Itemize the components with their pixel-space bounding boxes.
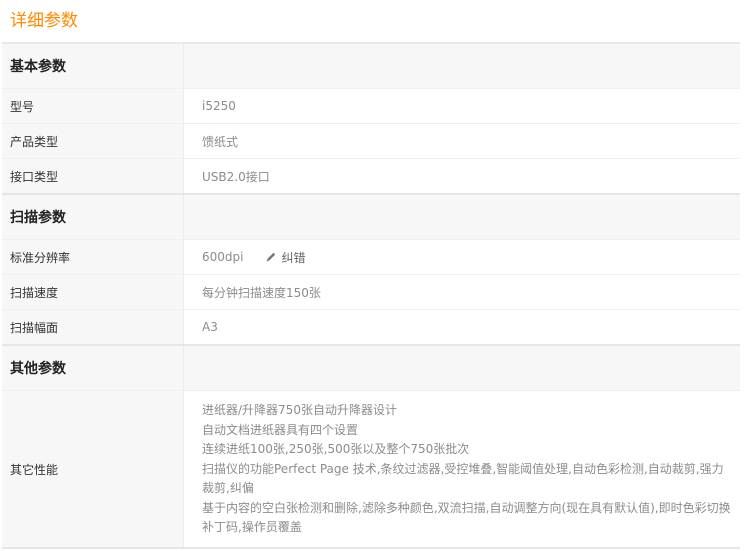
- param-label: 扫描幅面: [2, 310, 184, 344]
- page-title: 详细参数: [10, 11, 78, 31]
- section-header-fill: [184, 44, 740, 88]
- section-basic-params: 基本参数 型号 i5250 产品类型 馈纸式 接口类型 USB2.0接口: [2, 44, 740, 195]
- param-row-resolution: 标准分辨率 600dpi 纠错: [2, 240, 740, 275]
- feature-line: 进纸器/升降器750张自动升降器设计: [202, 403, 397, 417]
- param-value: A3: [202, 320, 218, 334]
- param-row-interface-type: 接口类型 USB2.0接口: [2, 159, 740, 193]
- param-label: 型号: [2, 89, 184, 123]
- feature-line: 扫描仪的功能Perfect Page 技术,条纹过滤器,受控堆叠,智能阈值处理,…: [202, 461, 724, 496]
- section-other-params: 其他参数 其它性能 进纸器/升降器750张自动升降器设计 自动文档进纸器具有四个…: [2, 346, 740, 549]
- param-row-scan-speed: 扫描速度 每分钟扫描速度150张: [2, 275, 740, 310]
- section-header: 其他参数: [2, 346, 740, 391]
- section-header: 扫描参数: [2, 195, 740, 240]
- param-row-product-type: 产品类型 馈纸式: [2, 124, 740, 159]
- param-value: USB2.0接口: [202, 169, 270, 184]
- section-scan-params: 扫描参数 标准分辨率 600dpi 纠错 扫描速度 每分钟扫描速度150张 扫描…: [2, 195, 740, 346]
- pencil-icon: [267, 252, 276, 262]
- param-value-list: 进纸器/升降器750张自动升降器设计 自动文档进纸器具有四个设置 连续进纸100…: [184, 391, 740, 547]
- feature-line: 基于内容的空白张检测和删除,滤除多种颜色,双流扫描,自动调整方向(现在具有默认值…: [202, 500, 731, 535]
- param-label: 标准分辨率: [2, 240, 184, 274]
- param-row-other-performance: 其它性能 进纸器/升降器750张自动升降器设计 自动文档进纸器具有四个设置 连续…: [2, 391, 740, 547]
- section-header: 基本参数: [2, 44, 740, 89]
- param-label: 产品类型: [2, 124, 184, 158]
- param-value-cell: 600dpi 纠错: [184, 240, 740, 274]
- feature-line: 自动文档进纸器具有四个设置: [202, 422, 359, 437]
- section-header-fill: [184, 195, 740, 239]
- feature-line: 连续进纸100张,250张,500张以及整个750张批次: [202, 442, 470, 456]
- param-label: 接口类型: [2, 159, 184, 193]
- param-value: 馈纸式: [202, 134, 239, 149]
- section-title: 基本参数: [2, 44, 184, 88]
- spec-table: 基本参数 型号 i5250 产品类型 馈纸式 接口类型 USB2.0接口 扫描参…: [2, 42, 740, 549]
- section-title: 扫描参数: [2, 195, 184, 239]
- param-value: 600dpi: [202, 250, 244, 264]
- correct-button[interactable]: 纠错: [265, 249, 306, 266]
- section-title: 其他参数: [2, 346, 184, 390]
- param-label: 扫描速度: [2, 275, 184, 309]
- correct-label: 纠错: [281, 250, 306, 265]
- param-row-model: 型号 i5250: [2, 89, 740, 124]
- param-row-scan-size: 扫描幅面 A3: [2, 310, 740, 344]
- param-value: i5250: [202, 99, 236, 113]
- param-value: 每分钟扫描速度150张: [202, 285, 321, 300]
- section-header-fill: [184, 346, 740, 390]
- param-label: 其它性能: [2, 391, 184, 547]
